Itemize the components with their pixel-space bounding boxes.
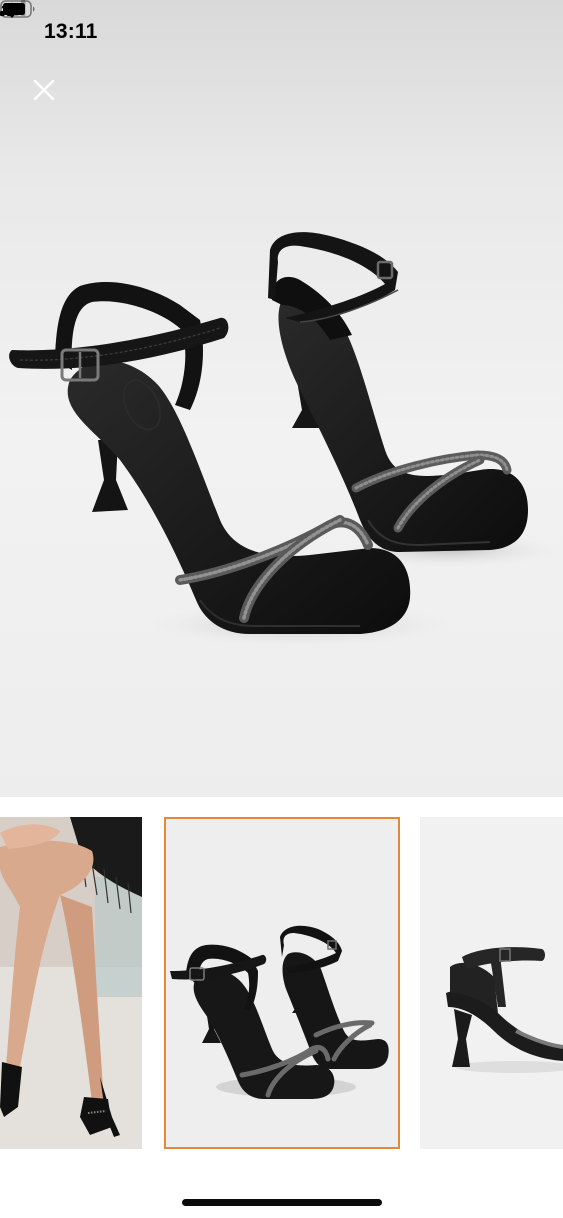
battery-icon xyxy=(0,0,35,18)
model-legs-image xyxy=(0,817,142,1149)
close-button[interactable] xyxy=(32,78,70,116)
home-indicator[interactable] xyxy=(182,1199,382,1206)
sandals-illustration xyxy=(9,232,560,647)
thumbnail-2[interactable] xyxy=(164,817,400,1149)
thumbnail-3[interactable] xyxy=(420,817,563,1149)
right-sandal xyxy=(268,232,528,552)
close-icon xyxy=(33,79,55,101)
sandals-pair-image xyxy=(166,819,398,1147)
status-time: 13:11 xyxy=(44,20,98,43)
thumbnail-1[interactable] xyxy=(0,817,142,1149)
sandal-side-view-image xyxy=(420,817,563,1149)
thumbnail-strip[interactable] xyxy=(0,797,563,1177)
status-bar: 13:11 xyxy=(0,0,563,66)
main-product-image[interactable]: 13:11 xyxy=(0,0,563,797)
